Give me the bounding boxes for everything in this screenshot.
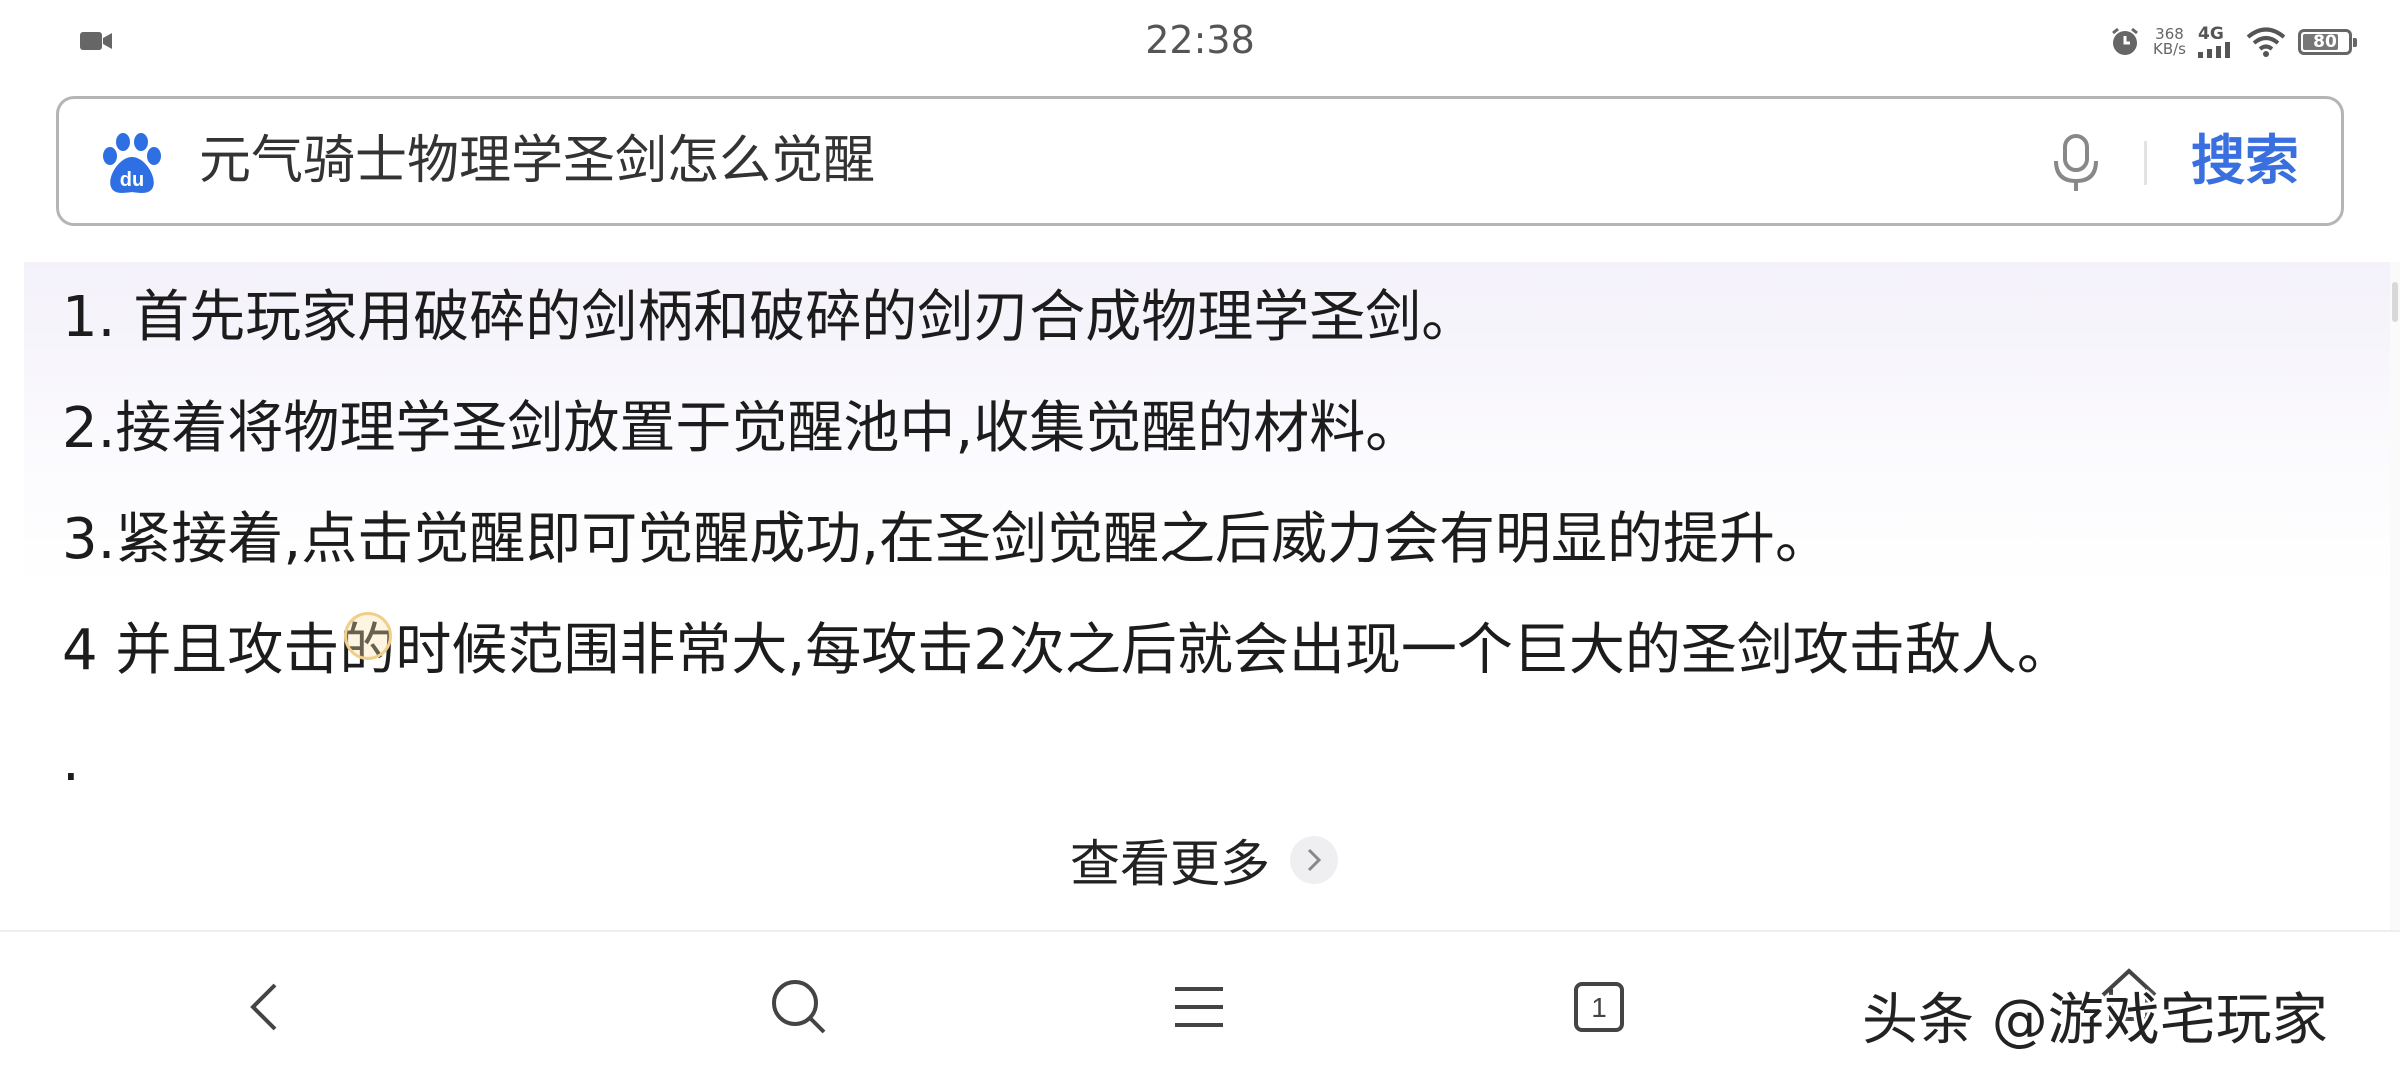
baidu-logo-text: du (120, 169, 144, 191)
menu-button[interactable] (1164, 972, 1234, 1042)
search-bar[interactable]: du 元气骑士物理学圣剑怎么觉醒 搜索 (56, 96, 2344, 226)
microphone-icon[interactable] (2047, 133, 2105, 193)
cellular-signal-icon (2198, 42, 2230, 58)
answer-step-4: 4 并且攻击的时候范围非常大,每攻击2次之后就会出现一个巨大的圣剑攻击敌人。 (62, 618, 2073, 683)
battery-icon: 80 (2298, 29, 2357, 55)
network-type: 4G (2198, 24, 2224, 44)
tabs-button[interactable]: 1 (1564, 972, 1634, 1042)
touch-indicator (344, 612, 392, 660)
network-speed-unit: KB/s (2153, 40, 2186, 58)
screen: 22:38 368 KB/s 4G 80 du 元气骑士物理学圣剑怎么觉醒 搜索… (0, 0, 2400, 1080)
answer-step-3: 3.紧接着,点击觉醒即可觉醒成功,在圣剑觉醒之后威力会有明显的提升。 (62, 507, 1832, 572)
status-bar: 22:38 368 KB/s 4G 80 (0, 0, 2400, 84)
back-icon (250, 983, 277, 1031)
scrollbar-thumb[interactable] (2392, 282, 2398, 322)
tab-count: 1 (1591, 992, 1607, 1023)
back-button[interactable] (230, 972, 300, 1042)
baidu-paw-logo-icon[interactable]: du (99, 131, 165, 197)
menu-icon (1175, 987, 1223, 1027)
clock: 22:38 (1145, 18, 1255, 62)
wifi-icon (2246, 27, 2286, 57)
status-icons: 368 KB/s 4G 80 (2109, 22, 2357, 62)
answer-step-trailing: . (62, 729, 80, 794)
search-divider (2144, 141, 2147, 185)
cellular-status: 4G (2198, 26, 2234, 58)
search-nav-button[interactable] (764, 972, 834, 1042)
scrollbar[interactable] (2390, 262, 2400, 930)
answer-steps: 1. 首先玩家用破碎的剑柄和破碎的剑刃合成物理学圣剑。 2.接着将物理学圣剑放置… (62, 282, 2362, 794)
search-input[interactable]: 元气骑士物理学圣剑怎么觉醒 (199, 99, 875, 223)
search-button[interactable]: 搜索 (2191, 99, 2299, 223)
chevron-right-icon (1290, 836, 1338, 884)
network-speed: 368 KB/s (2153, 27, 2186, 57)
answer-step-2: 2.接着将物理学圣剑放置于觉醒池中,收集觉醒的材料。 (62, 396, 1422, 461)
battery-level: 80 (2313, 32, 2337, 52)
search-icon (772, 980, 826, 1034)
alarm-icon (2112, 27, 2138, 55)
see-more-label: 查看更多 (1070, 835, 1270, 893)
answer-step-1: 1. 首先玩家用破碎的剑柄和破碎的剑刃合成物理学圣剑。 (62, 285, 1478, 350)
see-more-button[interactable]: 查看更多 (1070, 820, 1338, 900)
watermark: 头条 @游戏宅玩家 (1862, 988, 2328, 1053)
tabs-icon: 1 (1574, 982, 1624, 1032)
